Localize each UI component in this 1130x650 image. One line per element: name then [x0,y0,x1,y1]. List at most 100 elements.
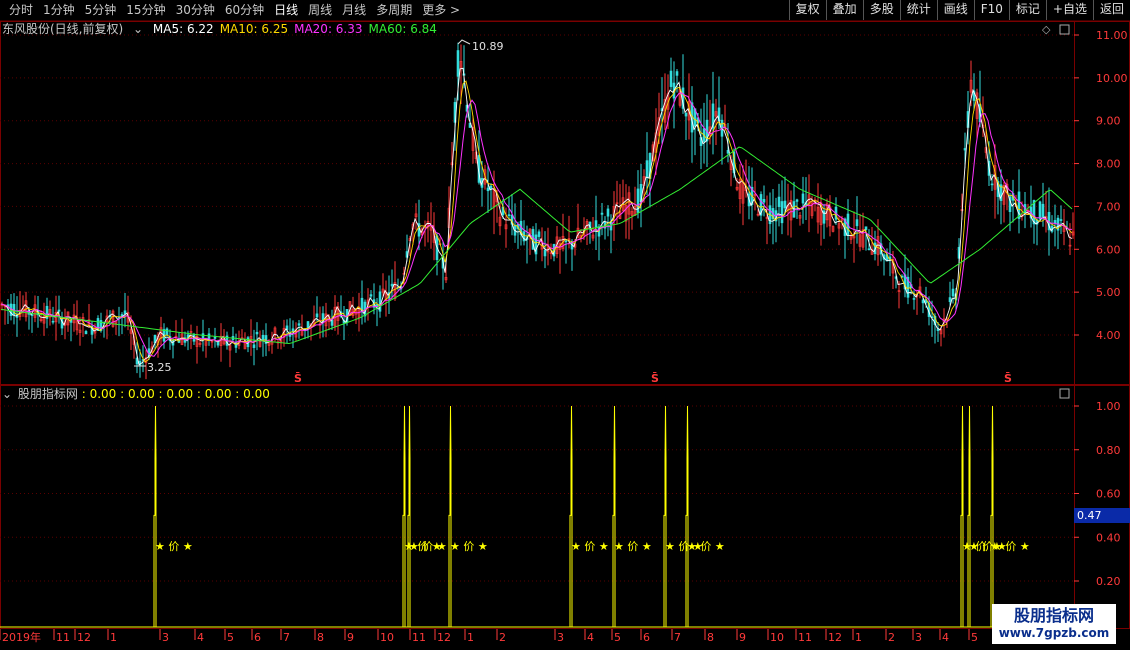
x-tick-label: 12 [77,631,91,644]
candle-body [489,185,493,190]
x-tick-label: 5 [614,631,621,644]
candle-body [213,336,217,339]
x-tick-label: 5 [971,631,978,644]
candle-body [606,208,610,217]
x-tick-label: 6 [643,631,650,644]
candle-body [867,248,871,250]
indicator-spike [448,405,452,627]
maximize-icon [1059,388,1070,399]
candle-body [951,288,955,297]
x-tick-label: 12 [828,631,842,644]
y-tick-label: 7.00 [1096,200,1121,213]
sell-marker: S̄ [651,372,659,385]
signal-label: ★ 价 ★ [614,540,652,553]
x-tick-label: 12 [437,631,451,644]
candle-body [201,333,205,340]
y-tick-label: 11.00 [1096,29,1128,42]
candle-body [261,334,265,341]
x-tick-label: 7 [283,631,290,644]
x-tick-label: 10 [770,631,784,644]
candle-body [543,249,547,257]
candle-body [486,187,490,192]
maximize-icon [1059,24,1070,35]
price-chart[interactable]: 11.00 10.00 9.00 8.00 7.00 6.00 5.00 4.00 1.00 0.… [0,0,1130,650]
candle-body [795,199,799,202]
candle-body [669,70,673,87]
y-tick-label: 5.00 [1096,286,1121,299]
indicator-spike [960,405,964,627]
candle-body [762,199,766,203]
candle-body [684,112,688,117]
y-tick-label: 10.00 [1096,72,1128,85]
candle-body [252,344,256,348]
y-tick-label: 9.00 [1096,115,1121,128]
candle-body [51,320,55,323]
candle-body [594,220,598,228]
indicator-spike [402,405,406,627]
x-tick-label: 2 [499,631,506,644]
candle-body [315,313,319,318]
candle-body [84,331,88,335]
signal-label: ★ 价 ★ [409,540,447,553]
candle-body [255,331,259,335]
x-tick-label: 3 [557,631,564,644]
indicator-spike [569,405,573,627]
signal-label: ★ 价 ★ [992,540,1030,553]
candle-body [456,50,460,77]
x-tick-label: 3 [162,631,169,644]
sell-marker: S̄ [294,372,302,385]
indicator-spike [407,405,411,627]
candle-body [123,310,127,315]
candle-body [564,240,568,243]
candle-body [297,323,301,326]
x-tick-label: 6 [254,631,261,644]
candle-body [369,294,373,297]
candle-body [390,283,394,287]
x-tick-label: 2019年 [2,630,41,644]
x-tick-label: 4 [587,631,594,644]
sell-marker: S̄ [1004,372,1012,385]
x-tick-label: 1 [855,631,862,644]
candle-body [645,160,649,178]
x-tick-label: 8 [317,631,324,644]
x-tick-label: 5 [227,631,234,644]
watermark: 股朋指标网 www.7gpzb.com [992,604,1116,644]
signal-label: ★ 价 ★ [687,540,725,553]
high-marker [457,39,471,45]
y-tick-label: 1.00 [1096,400,1121,413]
candle-body [600,212,604,215]
x-tick-label: 9 [347,631,354,644]
indicator-pane-border [0,385,1130,629]
x-tick-label: 11 [56,631,70,644]
x-tick-label: 1 [467,631,474,644]
x-tick-label: 10 [380,631,394,644]
indicator-spike [967,405,971,627]
x-tick-label: 8 [707,631,714,644]
candle-body [537,231,541,237]
signal-label: ★ 价 ★ [450,540,488,553]
y-tick-label: 8.00 [1096,158,1121,171]
x-tick-label: 1 [110,631,117,644]
candle-body [780,201,784,224]
signal-label: ★ 价 ★ [155,540,193,553]
y-tick-label: 0.60 [1096,488,1121,501]
ma5-line [0,67,1073,366]
x-tick-label: 11 [412,631,426,644]
indicator-spike [663,405,667,627]
x-tick-label: 9 [739,631,746,644]
current-value-marker: 0.47 [1074,508,1130,523]
indicator-spike [990,405,994,627]
y-tick-label: 4.00 [1096,329,1121,342]
candle-body [1059,219,1063,221]
candle-body [855,219,859,227]
y-tick-label: 0.80 [1096,444,1121,457]
high-price-label: 10.89 [472,40,504,53]
candle-body [1041,203,1045,218]
y-tick-label: 0.20 [1096,575,1121,588]
y-tick-label: 6.00 [1096,243,1121,256]
indicator-spike [612,405,616,627]
candle-body [1038,201,1042,220]
x-tick-label: 11 [798,631,812,644]
candle-body [507,214,511,216]
watermark-title: 股朋指标网 [1013,606,1094,625]
